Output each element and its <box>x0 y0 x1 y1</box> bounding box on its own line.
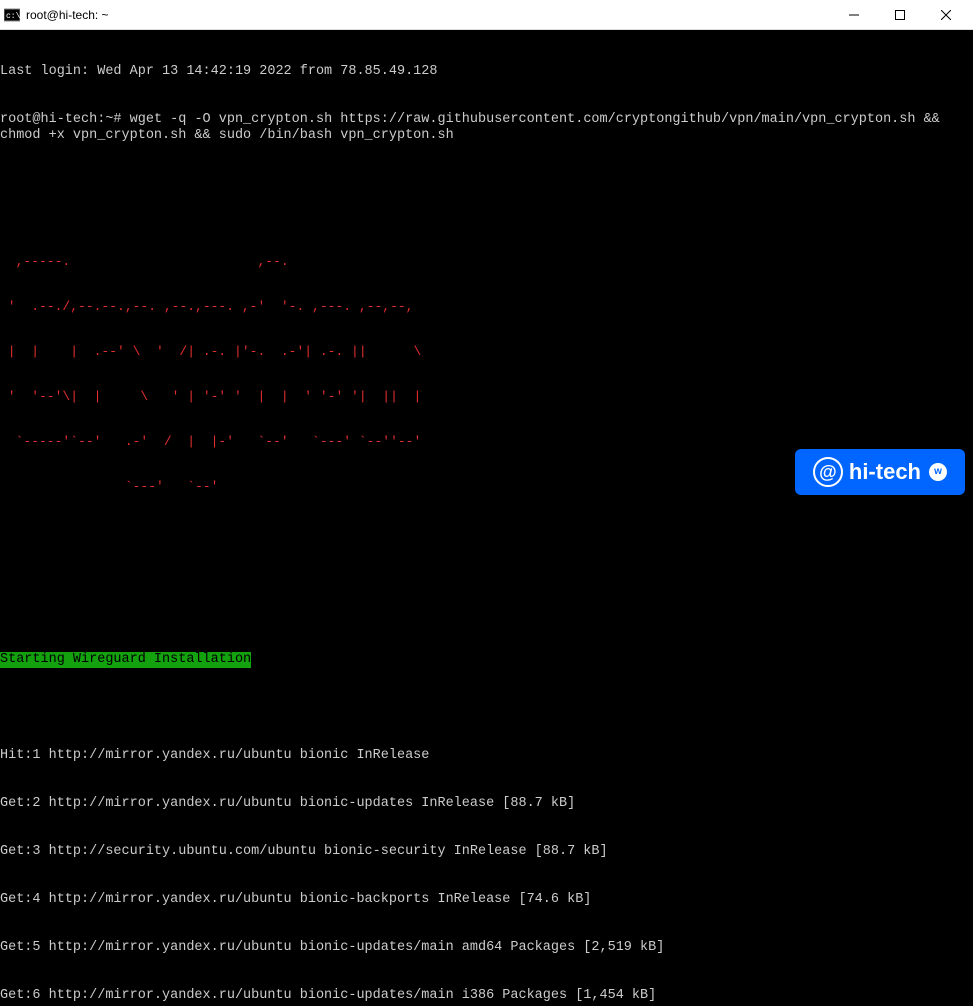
vk-icon: w <box>929 463 947 481</box>
watermark-badge: @ hi-tech w <box>795 449 965 495</box>
maximize-button[interactable] <box>877 0 923 29</box>
apt-output-line: Get:2 http://mirror.yandex.ru/ubuntu bio… <box>0 796 973 812</box>
at-icon: @ <box>813 457 843 487</box>
typed-command: wget -q -O vpn_crypton.sh https://raw.gi… <box>0 112 948 143</box>
apt-output-line: Get:6 http://mirror.yandex.ru/ubuntu bio… <box>0 988 973 1004</box>
close-button[interactable] <box>923 0 969 29</box>
window-title: root@hi-tech: ~ <box>26 7 831 23</box>
terminal-icon: c:\ <box>4 7 20 23</box>
prompt: root@hi-tech:~# <box>0 112 122 127</box>
watermark-text: hi-tech <box>849 464 921 480</box>
command-line: root@hi-tech:~# wget -q -O vpn_crypton.s… <box>0 112 973 144</box>
svg-text:c:\: c:\ <box>6 12 20 21</box>
minimize-button[interactable] <box>831 0 877 29</box>
window-titlebar: c:\ root@hi-tech: ~ <box>0 0 973 30</box>
terminal-output[interactable]: Last login: Wed Apr 13 14:42:19 2022 fro… <box>0 30 973 1006</box>
apt-output-line: Get:3 http://security.ubuntu.com/ubuntu … <box>0 844 973 860</box>
apt-output-line: Hit:1 http://mirror.yandex.ru/ubuntu bio… <box>0 748 973 764</box>
apt-output-line: Get:4 http://mirror.yandex.ru/ubuntu bio… <box>0 892 973 908</box>
status-line: Starting Wireguard Installation <box>0 652 973 668</box>
last-login-line: Last login: Wed Apr 13 14:42:19 2022 fro… <box>0 64 973 80</box>
apt-output-line: Get:5 http://mirror.yandex.ru/ubuntu bio… <box>0 940 973 956</box>
window-controls <box>831 0 969 29</box>
